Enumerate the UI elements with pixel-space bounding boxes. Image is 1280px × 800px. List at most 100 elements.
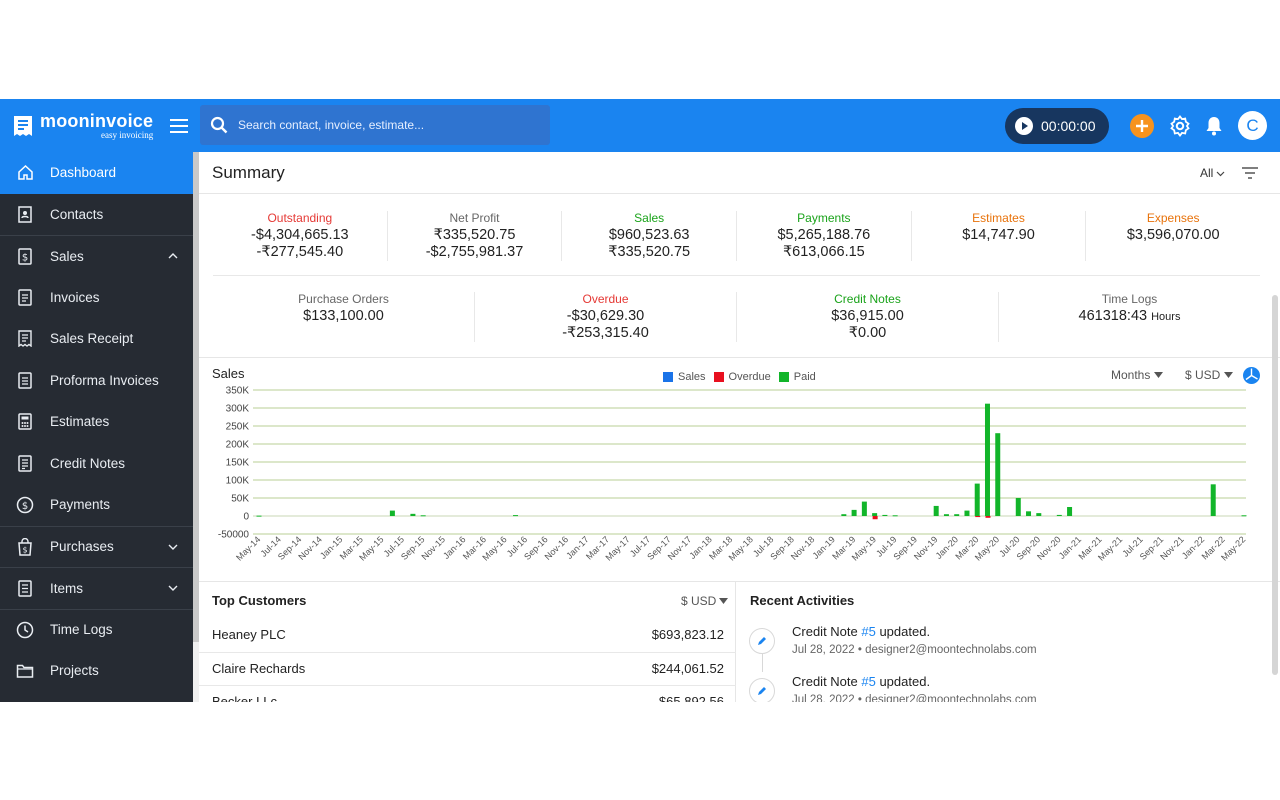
stat-value-secondary: -₹253,315.40 — [562, 325, 649, 341]
sidebar-item-estimates[interactable]: Estimates — [0, 401, 193, 443]
legend-item-overdue[interactable]: Overdue — [713, 371, 771, 383]
sidebar-item-label: Projects — [50, 663, 99, 679]
customer-amount: $244,061.52 — [651, 661, 724, 676]
brand-tagline: easy invoicing — [100, 130, 154, 140]
hamburger-menu-icon[interactable] — [168, 115, 190, 137]
timeline-connector — [762, 654, 763, 672]
legend-item-sales[interactable]: Sales — [663, 371, 706, 383]
sidebar-item-time-logs[interactable]: Time Logs — [0, 608, 193, 651]
invoice-icon — [16, 288, 34, 306]
paid-bar — [964, 510, 970, 516]
brand-logo[interactable]: mooninvoice easy invoicing — [12, 112, 153, 140]
search-input[interactable] — [238, 118, 538, 132]
paid-bar — [841, 514, 847, 516]
sidebar-item-invoices[interactable]: Invoices — [0, 277, 193, 319]
activity-item[interactable]: Credit Note #5 updated. Jul 28, 2022 • d… — [749, 622, 1249, 672]
sidebar-item-label: Items — [50, 580, 84, 596]
sidebar-item-label: Sales Receipt — [50, 331, 134, 347]
filter-lines-icon[interactable] — [1241, 165, 1259, 181]
search-bar[interactable] — [200, 105, 550, 145]
bag-icon: $ — [16, 537, 34, 556]
stat-sales[interactable]: Sales $960,523.63 ₹335,520.75 — [562, 211, 738, 261]
stat-credit-notes[interactable]: Credit Notes $36,915.00 ₹0.00 — [737, 292, 999, 342]
top-customers-title: Top Customers — [212, 593, 307, 608]
customer-row[interactable]: Claire Rechards $244,061.52 — [199, 652, 736, 685]
legend-label: Overdue — [728, 371, 771, 383]
sidebar-item-sales-receipt[interactable]: Sales Receipt — [0, 318, 193, 360]
time-logs-value: 461318:43 — [1078, 308, 1148, 324]
add-new-icon[interactable] — [1130, 114, 1154, 138]
stat-net-profit[interactable]: Net Profit ₹335,520.75 -$2,755,981.37 — [388, 211, 563, 261]
stat-time-logs[interactable]: Time Logs 461318:43 Hours — [999, 292, 1260, 342]
contacts-book-icon — [16, 205, 34, 223]
activity-ref-link[interactable]: #5 — [861, 624, 875, 639]
paid-bar — [872, 513, 878, 516]
y-tick-label: 100K — [226, 476, 250, 487]
home-icon — [16, 164, 34, 182]
sidebar-item-label: Credit Notes — [50, 455, 126, 471]
activity-meta: Jul 28, 2022 • designer2@moontechnolabs.… — [792, 694, 1037, 702]
pie-chart-toggle-icon[interactable] — [1243, 367, 1260, 384]
sidebar-item-proforma-invoices[interactable]: Proforma Invoices — [0, 360, 193, 402]
activity-ref-link[interactable]: #5 — [861, 674, 875, 689]
activity-item[interactable]: Credit Note #5 updated. Jul 28, 2022 • d… — [749, 672, 1249, 702]
y-tick-label: -50000 — [218, 530, 250, 541]
chevron-down-icon[interactable] — [167, 541, 179, 553]
timer-button[interactable]: 00:00:00 — [1005, 108, 1109, 144]
activity-text: Credit Note #5 updated. — [792, 624, 930, 639]
sidebar-item-credit-notes[interactable]: Credit Notes — [0, 443, 193, 485]
legend-item-paid[interactable]: Paid — [778, 371, 816, 383]
play-icon — [1015, 117, 1033, 135]
stat-value: $133,100.00 — [303, 308, 384, 324]
activity-text: Credit Note #5 updated. — [792, 674, 930, 689]
customers-currency-dropdown[interactable]: $ USD — [681, 594, 729, 608]
stat-outstanding[interactable]: Outstanding -$4,304,665.13 -₹277,545.40 — [213, 211, 388, 261]
y-tick-label: 0 — [243, 512, 249, 523]
settings-gear-icon[interactable] — [1168, 114, 1192, 138]
customer-name: Heaney PLC — [212, 627, 286, 642]
sidebar-item-label: Estimates — [50, 414, 110, 430]
stat-estimates[interactable]: Estimates $14,747.90 — [912, 211, 1087, 261]
stat-label: Time Logs — [1101, 292, 1158, 306]
top-customers-panel: Top Customers $ USD Heaney PLC $693,823.… — [199, 582, 736, 702]
period-dropdown[interactable]: Months — [1111, 368, 1164, 382]
time-logs-unit: Hours — [1151, 311, 1181, 323]
summary-stats-row-1: Outstanding -$4,304,665.13 -₹277,545.40 … — [213, 211, 1260, 261]
y-tick-label: 350K — [226, 386, 250, 397]
sidebar-item-projects[interactable]: Projects — [0, 650, 193, 692]
sidebar-item-items[interactable]: Items — [0, 567, 193, 609]
customer-row[interactable]: Heaney PLC $693,823.12 — [199, 619, 736, 652]
currency-value: $ USD — [1185, 368, 1221, 382]
customer-row[interactable]: Becker LLc $65,892.56 — [199, 685, 736, 702]
sidebar-item-contacts[interactable]: Contacts — [0, 194, 193, 236]
notification-bell-icon[interactable] — [1202, 114, 1226, 138]
sidebar-item-purchases[interactable]: $ Purchases — [0, 525, 193, 568]
credit-note-icon — [16, 454, 34, 472]
y-tick-label: 150K — [226, 458, 250, 469]
chart-currency-dropdown[interactable]: $ USD — [1185, 368, 1234, 382]
sidebar-item-sales[interactable]: $ Sales — [0, 235, 193, 277]
chevron-up-icon[interactable] — [167, 250, 179, 262]
stat-expenses[interactable]: Expenses $3,596,070.00 — [1086, 211, 1260, 261]
summary-filter-dropdown[interactable]: All — [1200, 166, 1225, 180]
main-scrollbar[interactable] — [1272, 295, 1278, 675]
user-avatar[interactable]: C — [1238, 111, 1267, 140]
activity-edit-icon — [749, 628, 775, 654]
caret-down-icon — [1224, 372, 1234, 378]
stat-value-secondary: ₹0.00 — [848, 325, 887, 341]
paid-bar — [1210, 484, 1216, 516]
stat-purchase-orders[interactable]: Purchase Orders $133,100.00 — [213, 292, 475, 342]
stat-value: -$4,304,665.13 — [251, 227, 349, 243]
paid-bar — [1067, 507, 1073, 516]
stat-label: Expenses — [1146, 211, 1200, 225]
stat-payments[interactable]: Payments $5,265,188.76 ₹613,066.15 — [737, 211, 912, 261]
sidebar-item-payments[interactable]: $ Payments — [0, 484, 193, 526]
chevron-down-icon[interactable] — [167, 582, 179, 594]
stat-value: -$30,629.30 — [566, 308, 645, 324]
folder-icon — [16, 662, 34, 680]
paid-bar — [882, 514, 888, 516]
paid-bar — [943, 514, 949, 516]
caret-down-icon — [719, 598, 729, 604]
stat-overdue[interactable]: Overdue -$30,629.30 -₹253,315.40 — [475, 292, 737, 342]
sidebar-item-dashboard[interactable]: Dashboard — [0, 152, 193, 194]
